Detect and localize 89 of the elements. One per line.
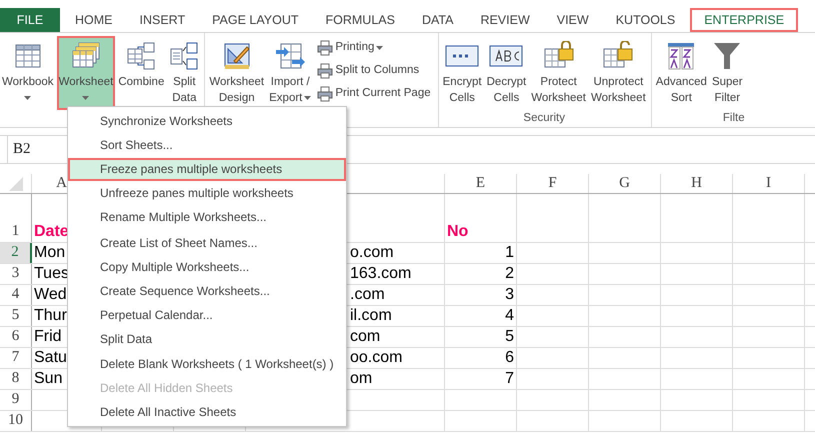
cell-text: 163.com bbox=[350, 264, 412, 284]
ribbon-tab[interactable]: FORMULAS bbox=[314, 8, 407, 32]
printer-icon bbox=[317, 62, 334, 78]
row-header[interactable]: 10 bbox=[0, 411, 32, 431]
ribbon-tab[interactable]: KUTOOLS bbox=[604, 8, 688, 32]
cell-text: .com bbox=[350, 285, 385, 305]
import-export-icon bbox=[275, 41, 306, 71]
column-title: Date bbox=[34, 222, 69, 242]
caret-icon bbox=[24, 96, 32, 100]
printer-icon bbox=[317, 86, 334, 102]
ribbon-button[interactable]: Decrypt Cells bbox=[484, 36, 528, 110]
menu-item[interactable]: Perpetual Calendar... bbox=[68, 303, 346, 326]
column-title: No bbox=[447, 222, 468, 242]
cell-text: Frid bbox=[34, 327, 62, 347]
cell-text: Satu bbox=[34, 348, 67, 368]
abc-box-icon bbox=[489, 44, 524, 68]
menu-item[interactable]: Unfreeze panes multiple worksheets bbox=[68, 182, 346, 204]
printer-icon bbox=[317, 40, 334, 56]
cell-text: 5 bbox=[505, 327, 514, 347]
menu-item[interactable]: Create Sequence Worksheets... bbox=[68, 279, 346, 302]
ribbon-button[interactable]: Combine bbox=[116, 36, 166, 110]
menu-item[interactable]: Delete All Inactive Sheets bbox=[68, 400, 346, 424]
cell-text: om bbox=[350, 369, 372, 389]
ribbon-tab[interactable]: DATA bbox=[410, 8, 466, 32]
row-header[interactable]: 2 bbox=[0, 243, 32, 263]
cell-text: 7 bbox=[505, 369, 514, 389]
column-header[interactable]: H bbox=[691, 172, 702, 195]
sort-az-icon bbox=[666, 41, 696, 71]
ribbon-button[interactable]: Encrypt Cells bbox=[440, 36, 484, 110]
row-header[interactable]: 6 bbox=[0, 327, 32, 347]
combine-sheets-icon bbox=[126, 41, 156, 71]
caret-icon bbox=[82, 96, 90, 100]
column-header[interactable]: I bbox=[766, 172, 771, 195]
menu-item[interactable]: Rename Multiple Worksheets... bbox=[68, 206, 346, 228]
ribbon-tab[interactable]: REVIEW bbox=[468, 8, 542, 32]
menu-item[interactable]: Copy Multiple Worksheets... bbox=[68, 255, 346, 278]
cell-text: oo.com bbox=[350, 348, 402, 368]
cell-text: 4 bbox=[505, 306, 514, 326]
caret-icon bbox=[304, 96, 312, 100]
split-data-icon bbox=[169, 41, 200, 71]
menu-item[interactable]: Delete Blank Worksheets ( 1 Worksheet(s) ) bbox=[68, 350, 346, 376]
funnel-icon bbox=[712, 41, 742, 71]
asterisks-icon bbox=[445, 44, 480, 68]
ribbon-small-button[interactable]: Print Current Page bbox=[317, 82, 431, 105]
cell-text: Mon bbox=[34, 243, 66, 263]
ribbon-button[interactable]: Split Data bbox=[167, 36, 202, 110]
group-label: Filte bbox=[722, 111, 745, 126]
cell-text: il.com bbox=[350, 306, 392, 326]
menu-item[interactable]: Sort Sheets... bbox=[68, 134, 346, 156]
row-header[interactable]: 8 bbox=[0, 369, 32, 389]
caret-icon bbox=[376, 46, 384, 50]
column-header[interactable]: G bbox=[619, 172, 630, 195]
ribbon-button[interactable]: Unprotect Worksheet bbox=[589, 36, 648, 110]
row-header[interactable]: 3 bbox=[0, 264, 32, 284]
menu-item[interactable]: Freeze panes multiple worksheets bbox=[68, 158, 346, 180]
cell-text: Thur bbox=[34, 306, 67, 326]
menu-item[interactable]: Split Data bbox=[68, 327, 346, 350]
ribbon-button[interactable]: Protect Worksheet bbox=[529, 36, 588, 110]
ribbon-tab[interactable]: INSERT bbox=[128, 8, 198, 32]
column-header[interactable]: E bbox=[476, 172, 486, 195]
ribbon-tab[interactable]: PAGE LAYOUT bbox=[200, 8, 310, 32]
cell-text: Sun bbox=[34, 369, 62, 389]
cell-text: 6 bbox=[505, 348, 514, 368]
ribbon-button[interactable]: Advanced Sort bbox=[654, 36, 709, 110]
ruler-pencil-icon bbox=[222, 41, 252, 71]
ribbon-tab[interactable]: HOME bbox=[63, 8, 124, 32]
row-header[interactable]: 5 bbox=[0, 306, 32, 326]
ribbon-tab[interactable]: ENTERPRISE bbox=[690, 8, 798, 32]
row-header[interactable]: 4 bbox=[0, 285, 32, 305]
menu-item[interactable]: Synchronize Worksheets bbox=[68, 110, 346, 132]
cell-text: 3 bbox=[505, 285, 514, 305]
ribbon-small-button[interactable]: Split to Columns bbox=[317, 59, 431, 82]
cell-text: 1 bbox=[505, 243, 514, 263]
ribbon-button[interactable]: Workbook bbox=[0, 36, 56, 110]
file-tab[interactable]: FILE bbox=[0, 8, 60, 32]
cell-text: com bbox=[350, 327, 380, 347]
row-header[interactable]: 9 bbox=[0, 390, 32, 410]
select-all-corner-icon[interactable] bbox=[8, 176, 22, 190]
ribbon-button[interactable]: Super Filter bbox=[710, 36, 745, 110]
menu-item[interactable]: Create List of Sheet Names... bbox=[68, 229, 346, 254]
column-header[interactable]: F bbox=[548, 172, 557, 195]
cell-text: Wed bbox=[34, 285, 67, 305]
cell-text: o.com bbox=[350, 243, 394, 263]
ribbon-tab[interactable]: VIEW bbox=[544, 8, 601, 32]
row-header[interactable]: 1 bbox=[0, 194, 32, 242]
cell-text: 2 bbox=[505, 264, 514, 284]
ribbon-small-button[interactable]: Printing bbox=[317, 36, 431, 59]
row-header[interactable]: 7 bbox=[0, 348, 32, 368]
group-label: Security bbox=[523, 111, 565, 126]
